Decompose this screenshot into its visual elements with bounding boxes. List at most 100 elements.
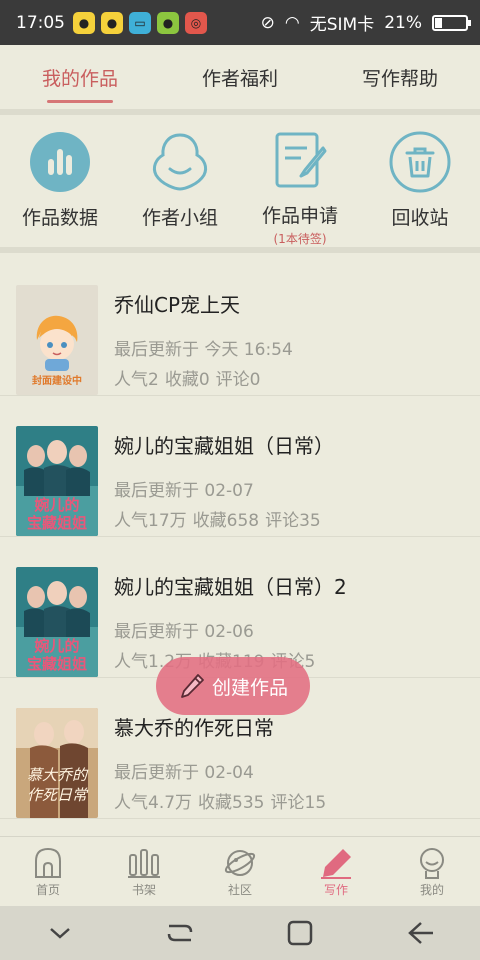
home-button[interactable] <box>280 913 320 953</box>
bag-icon: ▭ <box>129 11 151 34</box>
pencil-icon <box>181 674 204 698</box>
divider <box>0 109 480 115</box>
comments: 评论15 <box>270 793 327 813</box>
svg-text:婉儿的: 婉儿的 <box>33 496 79 514</box>
qq-icon: ● <box>101 11 123 34</box>
bottom-nav: 首页 书架 社区 写作 我的 <box>0 836 480 906</box>
works-list: 封面建设中 乔仙CP宠上天 最后更新于 今天 16:54 人气2 收藏0 评论0 婉… <box>0 255 480 819</box>
battery-percent: 21% <box>384 12 422 33</box>
music-icon: ◎ <box>185 11 207 34</box>
work-stats: 人气17万 收藏658 评论35 <box>114 506 327 531</box>
battery-icon <box>432 14 471 31</box>
back-arrow-icon <box>408 922 433 944</box>
divider <box>0 247 480 253</box>
home-icon <box>30 845 66 881</box>
tab-indicator <box>47 100 113 103</box>
popularity: 人气2 <box>114 370 159 390</box>
cover-image: 慕大乔的 作死日常 <box>16 708 98 818</box>
pending-sign-count: (1本待签) <box>273 232 327 246</box>
dnd-icon: ⊘ <box>260 12 275 33</box>
nav-profile[interactable]: 我的 <box>384 837 480 906</box>
qq-icon: ● <box>73 11 95 34</box>
nav-label: 写作 <box>323 883 348 897</box>
author-group-button[interactable]: 作者小组 <box>120 117 240 247</box>
action-label: 回收站 <box>391 207 449 229</box>
mascot-icon <box>36 315 78 371</box>
tab-my-works[interactable]: 我的作品 <box>0 45 160 109</box>
square-home-icon <box>287 920 313 946</box>
fab-label: 创建作品 <box>211 676 288 699</box>
work-title: 慕大乔的作死日常 <box>114 716 274 740</box>
nav-label: 我的 <box>419 883 444 897</box>
profile-icon <box>414 845 450 881</box>
carrier-label: 无SIM卡 <box>309 15 375 35</box>
recents-button[interactable] <box>160 913 200 953</box>
action-label: 作者小组 <box>141 207 218 229</box>
trash-icon <box>387 129 453 195</box>
system-nav-bar <box>0 906 480 960</box>
work-stats: 人气2 收藏0 评论0 <box>114 365 266 390</box>
svg-text:作死日常: 作死日常 <box>27 787 89 804</box>
nav-home[interactable]: 首页 <box>0 837 96 906</box>
tab-label: 写作帮助 <box>361 67 438 90</box>
chevron-down-icon <box>50 928 70 939</box>
tab-writing-help[interactable]: 写作帮助 <box>320 45 480 109</box>
work-title: 乔仙CP宠上天 <box>114 293 241 317</box>
favorites: 收藏658 <box>192 511 260 531</box>
list-item[interactable]: 封面建设中 乔仙CP宠上天 最后更新于 今天 16:54 人气2 收藏0 评论0 <box>0 255 480 396</box>
back-button[interactable] <box>400 913 440 953</box>
work-title: 婉儿的宝藏姐姐（日常）2 <box>114 575 347 599</box>
list-item[interactable]: 婉儿的 宝藏姐姐 婉儿的宝藏姐姐（日常） 最后更新于 02-07 人气17万 收藏… <box>0 396 480 537</box>
work-updated: 最后更新于 02-07 <box>114 481 254 501</box>
work-title: 婉儿的宝藏姐姐（日常） <box>114 434 334 458</box>
comments: 评论0 <box>215 370 261 390</box>
work-updated: 最后更新于 今天 16:54 <box>114 340 293 360</box>
hide-nav-button[interactable] <box>40 913 80 953</box>
nav-label: 首页 <box>35 883 60 897</box>
nav-label: 社区 <box>227 883 252 897</box>
planet-icon <box>222 845 258 881</box>
works-apply-button[interactable]: 作品申请 (1本待签) <box>240 117 360 247</box>
nav-community[interactable]: 社区 <box>192 837 288 906</box>
wifi-icon: ◠ <box>284 12 300 33</box>
group-icon <box>147 129 213 195</box>
nav-label: 书架 <box>131 883 156 897</box>
status-bar: 17:05 ● ● ▭ ● ◎ ⊘ ◠ 无SIM卡 21% <box>0 0 480 45</box>
top-tabs: 我的作品 作者福利 写作帮助 <box>0 45 480 109</box>
wechat-icon: ● <box>157 11 179 34</box>
edit-doc-icon <box>267 129 333 193</box>
quick-actions: 作品数据 作者小组 作品申请 (1本待签) 回收站 <box>0 117 480 247</box>
cover-placeholder-text: 封面建设中 <box>32 376 82 387</box>
works-data-button[interactable]: 作品数据 <box>0 117 120 247</box>
comments: 评论35 <box>265 511 321 531</box>
tab-author-benefits[interactable]: 作者福利 <box>160 45 320 109</box>
favorites: 收藏0 <box>164 370 210 390</box>
popularity: 人气17万 <box>114 511 187 531</box>
tab-label: 我的作品 <box>41 67 118 90</box>
cover-image: 婉儿的 宝藏姐姐 <box>16 426 98 536</box>
work-updated: 最后更新于 02-06 <box>114 622 254 642</box>
tab-label: 作者福利 <box>201 67 278 90</box>
recycle-bin-button[interactable]: 回收站 <box>360 117 480 247</box>
pen-icon <box>318 845 354 881</box>
svg-text:慕大乔的: 慕大乔的 <box>27 767 89 784</box>
bar-chart-icon <box>27 129 93 195</box>
work-updated: 最后更新于 02-04 <box>114 763 254 783</box>
bookshelf-icon <box>126 845 162 881</box>
favorites: 收藏535 <box>198 793 265 813</box>
action-label: 作品申请 <box>261 205 338 227</box>
nav-bookshelf[interactable]: 书架 <box>96 837 192 906</box>
notification-icons: ● ● ▭ ● ◎ <box>73 11 207 34</box>
svg-text:婉儿的: 婉儿的 <box>33 637 79 655</box>
action-label: 作品数据 <box>21 207 98 229</box>
recents-icon <box>167 924 193 942</box>
create-work-button[interactable]: 创建作品 <box>156 657 310 715</box>
svg-text:宝藏姐姐: 宝藏姐姐 <box>27 514 87 532</box>
cover-placeholder: 封面建设中 <box>16 285 98 395</box>
cover-image: 婉儿的 宝藏姐姐 <box>16 567 98 677</box>
svg-text:宝藏姐姐: 宝藏姐姐 <box>27 655 87 673</box>
work-stats: 人气4.7万 收藏535 评论15 <box>114 788 332 813</box>
popularity: 人气4.7万 <box>114 793 193 813</box>
status-time: 17:05 <box>16 12 65 33</box>
nav-write[interactable]: 写作 <box>288 837 384 906</box>
